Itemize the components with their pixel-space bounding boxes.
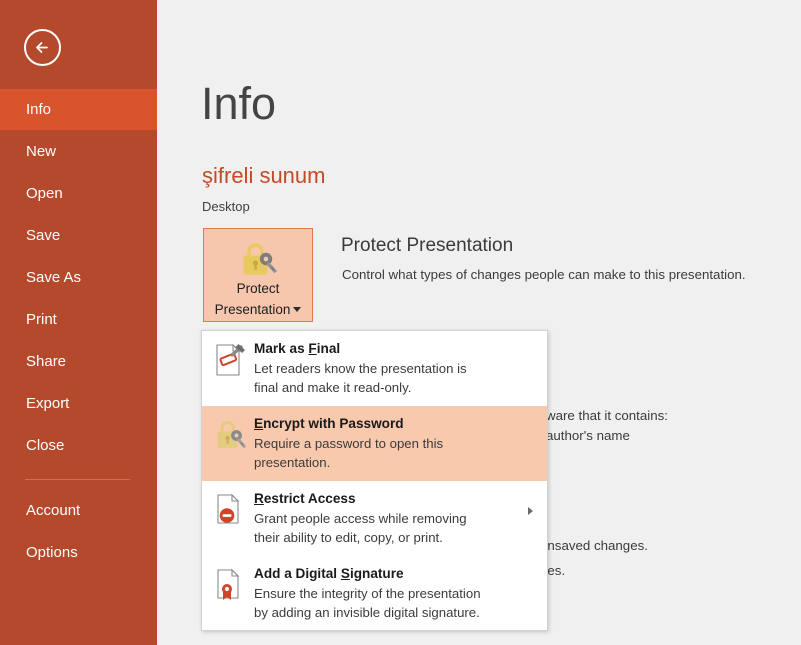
menu-desc-line2: by adding an invisible digital signature…: [254, 604, 480, 620]
protect-button-line2: Presentation: [214, 302, 291, 317]
menu-item-text: Add a Digital Signature Ensure the integ…: [254, 565, 533, 622]
menu-item-encrypt-with-password[interactable]: Encrypt with Password Require a password…: [202, 406, 547, 481]
manage-presentation-description-line1: unsaved changes.: [540, 538, 648, 553]
submenu-arrow-icon: [528, 507, 533, 515]
menu-item-text: Encrypt with Password Require a password…: [254, 415, 533, 472]
sidebar-item-save-as[interactable]: Save As: [0, 257, 157, 298]
protect-button-line1: Protect: [236, 281, 280, 296]
sidebar-item-print[interactable]: Print: [0, 299, 157, 340]
menu-item-description: Ensure the integrity of the presentation…: [254, 585, 533, 622]
digital-signature-icon: [214, 565, 254, 603]
menu-item-text: Mark as Final Let readers know the prese…: [254, 340, 533, 397]
encrypt-password-icon: [214, 415, 254, 453]
menu-desc-line2: their ability to edit, copy, or print.: [254, 529, 443, 545]
menu-item-mark-as-final[interactable]: Mark as Final Let readers know the prese…: [202, 331, 547, 406]
backstage-sidebar: Info New Open Save Save As Print Share E…: [0, 0, 157, 645]
sidebar-item-share[interactable]: Share: [0, 341, 157, 382]
protect-presentation-button-label: Protect Presentation: [204, 279, 312, 319]
menu-title-accesskey: E: [254, 416, 264, 431]
menu-item-title: Restrict Access: [254, 490, 533, 508]
menu-title-accesskey: F: [308, 341, 317, 356]
menu-title-accesskey: R: [254, 491, 264, 506]
document-title: şifreli sunum: [202, 163, 326, 188]
sidebar-item-new[interactable]: New: [0, 131, 157, 172]
sidebar-item-label: Save As: [26, 269, 82, 286]
sidebar-item-label: Account: [26, 502, 81, 519]
menu-title-post: ignature: [349, 566, 404, 581]
mark-as-final-icon: [214, 340, 254, 378]
back-arrow-icon: [26, 31, 59, 64]
inspect-presentation-description-line2: author's name: [546, 428, 630, 443]
sidebar-item-label: Save: [26, 227, 61, 244]
menu-title-pre: Add a Digital: [254, 566, 341, 581]
sidebar-item-info[interactable]: Info: [0, 89, 157, 130]
protect-presentation-description: Control what types of changes people can…: [342, 267, 746, 282]
menu-desc-line2: presentation.: [254, 454, 331, 470]
menu-title-pre: Mark as: [254, 341, 309, 356]
sidebar-item-export[interactable]: Export: [0, 383, 157, 424]
sidebar-item-save[interactable]: Save: [0, 215, 157, 256]
protect-presentation-heading: Protect Presentation: [341, 235, 514, 256]
menu-title-post: inal: [316, 341, 341, 356]
menu-desc-line1: Let readers know the presentation is: [254, 361, 467, 376]
lock-key-icon: [236, 239, 280, 284]
sidebar-item-label: Info: [26, 101, 52, 118]
sidebar-divider: [25, 479, 130, 480]
chevron-down-icon: [293, 298, 302, 317]
menu-item-description: Require a password to open this presenta…: [254, 435, 533, 472]
sidebar-item-label: New: [26, 143, 57, 160]
menu-title-post: estrict Access: [263, 491, 356, 506]
sidebar-item-close[interactable]: Close: [0, 425, 157, 466]
menu-item-title: Encrypt with Password: [254, 415, 533, 433]
menu-desc-line1: Ensure the integrity of the presentation: [254, 586, 481, 601]
menu-title-post: ncrypt with Password: [263, 416, 404, 431]
inspect-presentation-description-line1: ware that it contains:: [546, 408, 668, 423]
sidebar-item-open[interactable]: Open: [0, 173, 157, 214]
sidebar-item-label: Export: [26, 395, 70, 412]
sidebar-item-label: Share: [26, 353, 67, 370]
menu-item-description: Let readers know the presentation is fin…: [254, 360, 533, 397]
menu-item-text: Restrict Access Grant people access whil…: [254, 490, 533, 547]
menu-desc-line2: final and make it read-only.: [254, 379, 412, 395]
sidebar-item-label: Options: [26, 544, 78, 561]
menu-item-add-digital-signature[interactable]: Add a Digital Signature Ensure the integ…: [202, 556, 547, 631]
menu-item-title: Add a Digital Signature: [254, 565, 533, 583]
sidebar-item-label: Print: [26, 311, 57, 328]
menu-desc-line1: Require a password to open this: [254, 436, 444, 451]
back-button[interactable]: [24, 29, 61, 66]
sidebar-item-label: Close: [26, 437, 65, 454]
document-location: Desktop: [202, 199, 250, 214]
menu-desc-line1: Grant people access while removing: [254, 511, 467, 526]
menu-item-restrict-access[interactable]: Restrict Access Grant people access whil…: [202, 481, 547, 556]
menu-item-description: Grant people access while removing their…: [254, 510, 533, 547]
page-title: Info: [201, 78, 277, 129]
menu-title-accesskey: S: [340, 566, 350, 581]
restrict-access-icon: [214, 490, 254, 528]
sidebar-item-options[interactable]: Options: [0, 532, 157, 573]
sidebar-item-label: Open: [26, 185, 63, 202]
menu-item-title: Mark as Final: [254, 340, 533, 358]
protect-presentation-button[interactable]: Protect Presentation: [203, 228, 313, 322]
sidebar-item-account[interactable]: Account: [0, 490, 157, 531]
protect-presentation-menu: Mark as Final Let readers know the prese…: [201, 330, 548, 631]
